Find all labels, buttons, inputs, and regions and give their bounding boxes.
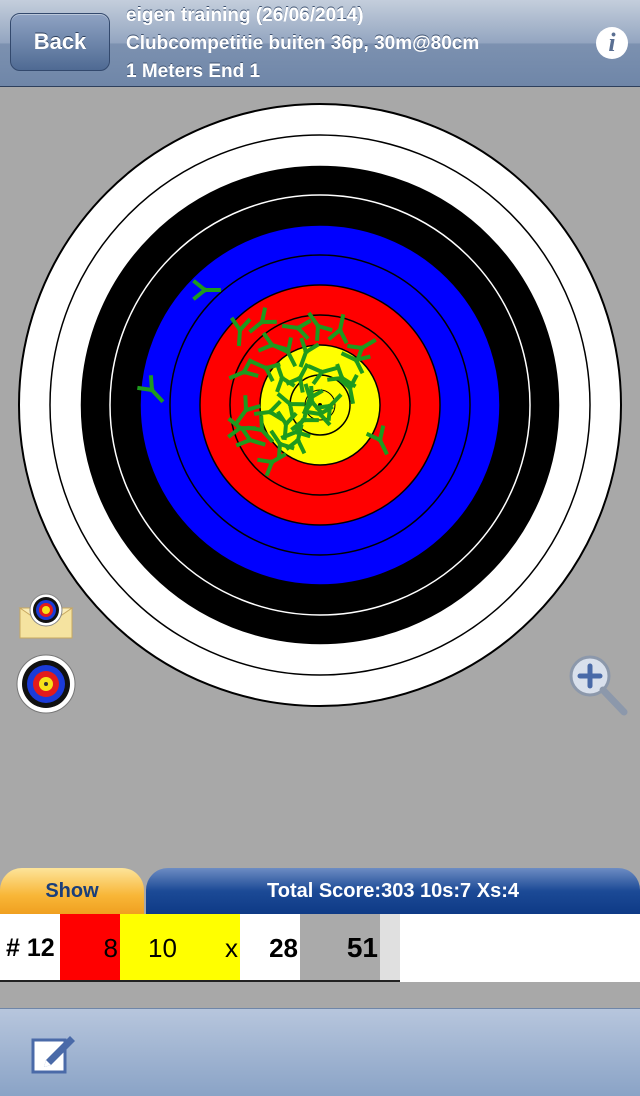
target-area[interactable] bbox=[0, 87, 640, 867]
target-icon[interactable] bbox=[16, 654, 76, 714]
back-button[interactable]: Back bbox=[10, 13, 110, 71]
arrow-value-3-text: x bbox=[225, 932, 238, 963]
edit-icon[interactable] bbox=[30, 1034, 76, 1074]
score-row-divider bbox=[0, 980, 400, 982]
info-button[interactable]: i bbox=[596, 27, 628, 59]
bottom-toolbar bbox=[0, 1008, 640, 1096]
session-title: eigen training (26/06/2014) Clubcompetit… bbox=[126, 2, 479, 86]
title-line-1: eigen training (26/06/2014) bbox=[126, 5, 364, 26]
mail-target-icon[interactable] bbox=[18, 592, 74, 640]
target-face[interactable] bbox=[0, 87, 640, 867]
row-end-cap bbox=[380, 914, 400, 982]
zoom-in-icon[interactable] bbox=[566, 654, 630, 718]
end-number-cell: # 12 bbox=[0, 914, 60, 982]
end-total-cell: 28 bbox=[240, 914, 300, 982]
score-row[interactable]: # 12 8 10 x 28 51 bbox=[0, 914, 640, 982]
total-score-bar: Total Score:303 10s:7 Xs:4 bbox=[146, 868, 640, 914]
arrow-value-cell-2[interactable]: 10 x bbox=[120, 914, 240, 982]
title-line-3: 1 Meters End 1 bbox=[126, 61, 261, 82]
title-line-2: Clubcompetitie buiten 36p, 30m@80cm bbox=[126, 33, 480, 54]
show-button[interactable]: Show bbox=[0, 868, 144, 914]
score-tabs: Show Total Score:303 10s:7 Xs:4 bbox=[0, 868, 640, 914]
arrow-value-2-text: 10 bbox=[148, 932, 177, 963]
nav-bar: Back eigen training (26/06/2014) Clubcom… bbox=[0, 0, 640, 87]
arrow-value-cell-1[interactable]: 8 bbox=[60, 914, 120, 982]
running-total-cell: 51 bbox=[300, 914, 380, 982]
